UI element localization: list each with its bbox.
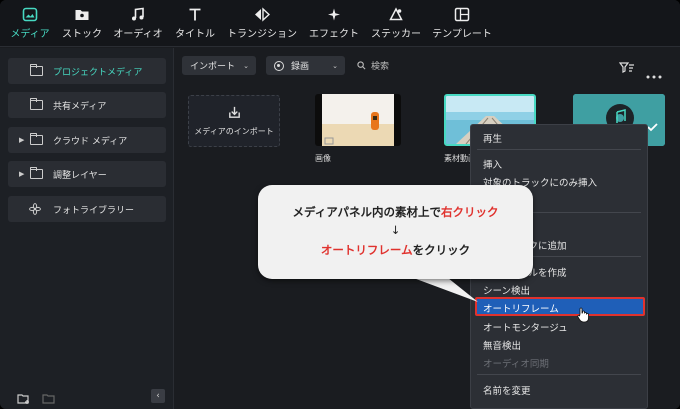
import-download-icon <box>228 106 240 118</box>
tab-stickers-label: ステッカー <box>371 29 421 40</box>
folder-icon <box>30 98 43 110</box>
tab-templates-label: テンプレート <box>432 29 492 40</box>
media-thumbnail-image[interactable] <box>315 94 401 146</box>
search-placeholder: 検索 <box>371 62 390 72</box>
tab-audio-label: オーディオ <box>113 29 163 40</box>
folder-icon <box>30 64 43 76</box>
more-options-icon[interactable] <box>646 64 662 79</box>
callout-arrow: ↓ <box>390 223 401 237</box>
menu-separator <box>477 149 641 150</box>
tab-effects-label: エフェクト <box>309 29 359 40</box>
menu-item-insert[interactable]: 挿入 <box>483 157 502 171</box>
app-window: メディア ストック オーディオ タイトル トランジション エフェクト ステッカー… <box>0 0 680 409</box>
callout-text: メディアパネル内の素材上で <box>292 205 441 219</box>
record-dropdown-label: 録画 <box>291 62 310 72</box>
search-input[interactable]: 検索 <box>357 56 389 75</box>
import-dropdown-label: インポート <box>190 62 236 72</box>
new-folder-icon[interactable] <box>17 390 31 404</box>
effect-sparkle-icon <box>326 7 342 22</box>
menu-item-audio-sync: オーディオ同期 <box>483 359 549 370</box>
record-icon <box>274 60 284 71</box>
tab-media[interactable]: メディア <box>8 0 52 47</box>
tab-transitions-label: トランジション <box>227 29 297 40</box>
menu-item-silence-detection[interactable]: 無音検出 <box>483 338 521 352</box>
tab-templates[interactable]: テンプレート <box>430 0 494 47</box>
photo-library-flower-icon <box>29 203 41 215</box>
sidebar-item-shared-media[interactable]: 共有メディア <box>8 92 166 118</box>
chevron-down-icon: ⌄ <box>243 61 249 70</box>
template-icon <box>454 7 470 22</box>
sidebar-item-label: 調整レイヤー <box>53 170 107 181</box>
stock-folder-icon <box>74 7 90 22</box>
image-thumbnail-figure <box>322 94 394 146</box>
sidebar-item-label: フォトライブラリー <box>53 205 135 216</box>
menu-item-play[interactable]: 再生 <box>483 131 502 145</box>
sidebar-item-adjustment-layer[interactable]: ▶ 調整レイヤー <box>8 161 166 187</box>
tab-titles[interactable]: タイトル <box>172 0 218 47</box>
folder-icon <box>30 133 43 145</box>
tab-stickers[interactable]: ステッカー <box>368 0 424 47</box>
media-sidebar: プロジェクトメディア 共有メディア ▶ クラウド メディア ▶ 調整レイヤー フ… <box>0 48 174 409</box>
collapse-sidebar-button[interactable]: ‹ <box>151 389 165 403</box>
folder-outline-icon[interactable] <box>42 390 56 404</box>
sidebar-item-label: 共有メディア <box>53 101 107 112</box>
music-note-icon <box>130 7 146 22</box>
chevron-down-icon: ⌄ <box>332 61 338 70</box>
sidebar-item-label: クラウド メディア <box>53 136 128 147</box>
sidebar-item-project-media[interactable]: プロジェクトメディア <box>8 58 166 84</box>
sidebar-item-photo-library[interactable]: フォトライブラリー <box>8 196 166 222</box>
sidebar-item-label: プロジェクトメディア <box>53 67 143 78</box>
callout-highlight-right-click: 右クリック <box>440 205 499 219</box>
record-dropdown[interactable]: 録画 ⌄ <box>266 56 345 75</box>
import-media-tile[interactable]: メディアのインポート <box>188 95 280 147</box>
expand-arrow-icon[interactable]: ▶ <box>19 136 24 144</box>
tab-stock-label: ストック <box>62 29 102 40</box>
top-nav-bar: メディア ストック オーディオ タイトル トランジション エフェクト ステッカー… <box>0 0 680 47</box>
callout-line-3: オートリフレームをクリック <box>258 242 533 258</box>
sidebar-footer: ‹ <box>0 386 174 408</box>
tab-audio[interactable]: オーディオ <box>110 0 166 47</box>
callout-line-1: メディアパネル内の素材上で右クリック <box>258 204 533 220</box>
media-item-label: 画像 <box>315 154 331 163</box>
media-icon <box>22 7 38 22</box>
menu-item-auto-montage[interactable]: オートモンタージュ <box>483 320 568 334</box>
transition-icon <box>254 7 270 22</box>
import-media-label: メディアのインポート <box>194 127 274 136</box>
tab-media-label: メディア <box>10 29 50 40</box>
menu-separator <box>477 374 641 375</box>
sticker-icon <box>388 7 404 22</box>
instruction-callout: メディアパネル内の素材上で右クリック ↓ オートリフレームをクリック <box>258 185 533 279</box>
menu-item-scene-detection[interactable]: シーン検出 <box>483 283 530 297</box>
text-t-icon <box>187 7 203 22</box>
tab-effects[interactable]: エフェクト <box>306 0 362 47</box>
sidebar-item-cloud-media[interactable]: ▶ クラウド メディア <box>8 127 166 153</box>
tab-stock[interactable]: ストック <box>60 0 104 47</box>
folder-icon <box>30 167 43 179</box>
media-toolbar: インポート ⌄ 録画 ⌄ 検索 <box>175 48 680 82</box>
menu-item-auto-reframe[interactable]: オートリフレーム <box>483 301 559 315</box>
import-dropdown[interactable]: インポート ⌄ <box>182 56 256 75</box>
hand-pointer-cursor-icon <box>577 307 589 323</box>
menu-item-rename[interactable]: 名前を変更 <box>483 383 531 397</box>
callout-highlight-auto-reframe: オートリフレーム <box>320 243 413 257</box>
filter-sort-icon[interactable] <box>618 59 635 73</box>
search-icon <box>357 61 366 70</box>
callout-text: をクリック <box>412 243 471 257</box>
tab-titles-label: タイトル <box>175 29 215 40</box>
expand-arrow-icon[interactable]: ▶ <box>19 170 24 178</box>
tab-transitions[interactable]: トランジション <box>224 0 300 47</box>
